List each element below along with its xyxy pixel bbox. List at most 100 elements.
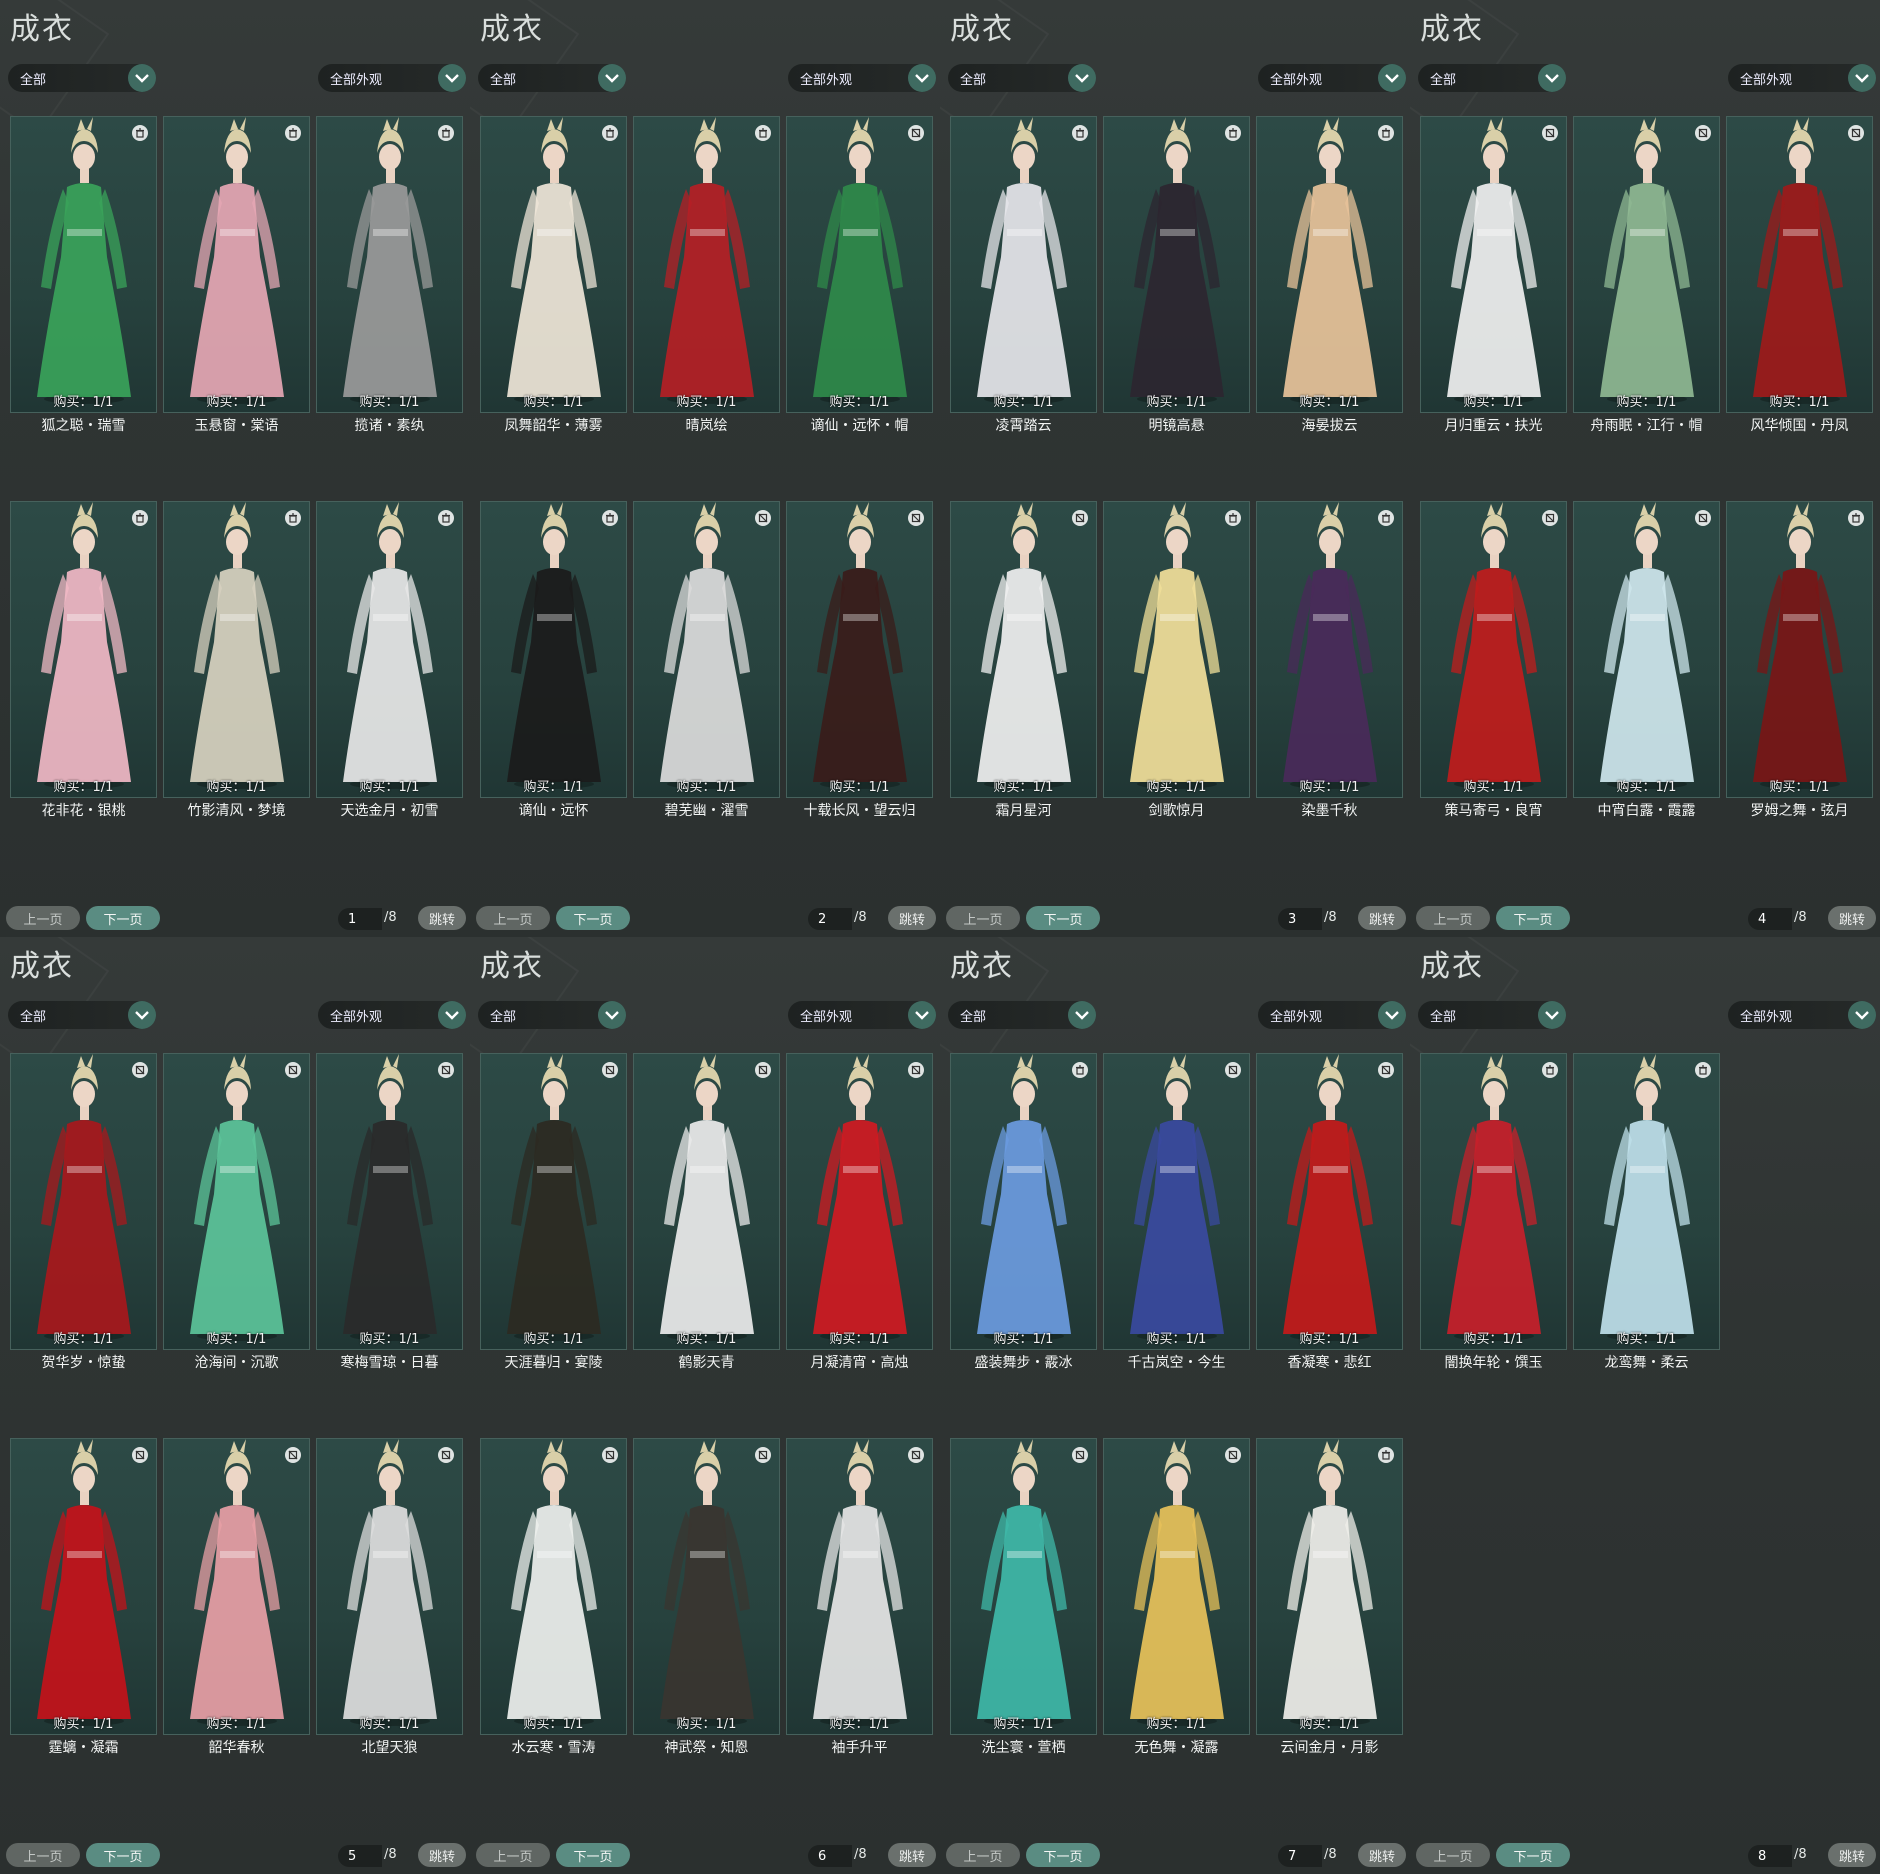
jump-button[interactable]: 跳转 [1358, 1843, 1406, 1867]
no-trade-icon[interactable] [1378, 1062, 1394, 1078]
no-trade-icon[interactable] [755, 1062, 771, 1078]
chevron-down-icon[interactable] [1378, 1001, 1406, 1029]
no-trade-icon[interactable] [908, 1447, 924, 1463]
outfit-card[interactable]: 购买：1/1 [786, 1438, 933, 1735]
category-dropdown[interactable]: 全部 [948, 1001, 1096, 1029]
trash-icon[interactable] [132, 510, 148, 526]
no-trade-icon[interactable] [132, 1062, 148, 1078]
chevron-down-icon[interactable] [908, 64, 936, 92]
no-trade-icon[interactable] [1225, 1447, 1241, 1463]
no-trade-icon[interactable] [1072, 1447, 1088, 1463]
next-page-button[interactable]: 下一页 [1496, 1843, 1570, 1867]
no-trade-icon[interactable] [438, 1447, 454, 1463]
page-number-input[interactable]: 5 [338, 1845, 382, 1867]
outfit-card[interactable]: 购买：1/1 [316, 1438, 463, 1735]
next-page-button[interactable]: 下一页 [1496, 906, 1570, 930]
no-trade-icon[interactable] [132, 1447, 148, 1463]
outfit-card[interactable]: 购买：1/1 [633, 1053, 780, 1350]
outfit-card[interactable]: 购买：1/1 [950, 501, 1097, 798]
category-dropdown[interactable]: 全部 [1418, 64, 1566, 92]
page-number-input[interactable]: 4 [1748, 908, 1792, 930]
prev-page-button[interactable]: 上一页 [946, 906, 1020, 930]
outfit-card[interactable]: 购买：1/1 [1420, 116, 1567, 413]
next-page-button[interactable]: 下一页 [556, 906, 630, 930]
prev-page-button[interactable]: 上一页 [6, 1843, 80, 1867]
no-trade-icon[interactable] [908, 510, 924, 526]
jump-button[interactable]: 跳转 [888, 906, 936, 930]
jump-button[interactable]: 跳转 [418, 906, 466, 930]
outfit-card[interactable]: 购买：1/1 [10, 1438, 157, 1735]
chevron-down-icon[interactable] [1848, 1001, 1876, 1029]
outfit-card[interactable]: 购买：1/1 [163, 501, 310, 798]
category-dropdown[interactable]: 全部 [478, 1001, 626, 1029]
trash-icon[interactable] [1378, 1447, 1394, 1463]
category-dropdown[interactable]: 全部 [948, 64, 1096, 92]
outfit-card[interactable]: 购买：1/1 [163, 1438, 310, 1735]
no-trade-icon[interactable] [1072, 510, 1088, 526]
outfit-card[interactable]: 购买：1/1 [950, 116, 1097, 413]
chevron-down-icon[interactable] [1378, 64, 1406, 92]
outfit-card[interactable]: 购买：1/1 [1256, 1053, 1403, 1350]
trash-icon[interactable] [1848, 510, 1864, 526]
outfit-card[interactable]: 购买：1/1 [1103, 116, 1250, 413]
outfit-card[interactable]: 购买：1/1 [633, 1438, 780, 1735]
category-dropdown[interactable]: 全部 [1418, 1001, 1566, 1029]
jump-button[interactable]: 跳转 [418, 1843, 466, 1867]
trash-icon[interactable] [132, 125, 148, 141]
no-trade-icon[interactable] [755, 510, 771, 526]
chevron-down-icon[interactable] [1538, 64, 1566, 92]
trash-icon[interactable] [1225, 125, 1241, 141]
outfit-card[interactable]: 购买：1/1 [163, 116, 310, 413]
outfit-card[interactable]: 购买：1/1 [1420, 1053, 1567, 1350]
no-trade-icon[interactable] [602, 1447, 618, 1463]
outfit-card[interactable]: 购买：1/1 [10, 501, 157, 798]
outfit-card[interactable]: 购买：1/1 [163, 1053, 310, 1350]
prev-page-button[interactable]: 上一页 [6, 906, 80, 930]
page-number-input[interactable]: 7 [1278, 1845, 1322, 1867]
prev-page-button[interactable]: 上一页 [946, 1843, 1020, 1867]
no-trade-icon[interactable] [1542, 125, 1558, 141]
appearance-dropdown[interactable]: 全部外观 [1258, 1001, 1406, 1029]
outfit-card[interactable]: 购买：1/1 [1573, 1053, 1720, 1350]
outfit-card[interactable]: 购买：1/1 [1256, 1438, 1403, 1735]
outfit-card[interactable]: 购买：1/1 [786, 501, 933, 798]
next-page-button[interactable]: 下一页 [1026, 906, 1100, 930]
chevron-down-icon[interactable] [1068, 1001, 1096, 1029]
outfit-card[interactable]: 购买：1/1 [1573, 501, 1720, 798]
trash-icon[interactable] [438, 125, 454, 141]
outfit-card[interactable]: 购买：1/1 [480, 501, 627, 798]
no-trade-icon[interactable] [1848, 125, 1864, 141]
jump-button[interactable]: 跳转 [888, 1843, 936, 1867]
outfit-card[interactable]: 购买：1/1 [10, 1053, 157, 1350]
no-trade-icon[interactable] [1225, 1062, 1241, 1078]
chevron-down-icon[interactable] [1538, 1001, 1566, 1029]
jump-button[interactable]: 跳转 [1358, 906, 1406, 930]
prev-page-button[interactable]: 上一页 [1416, 1843, 1490, 1867]
appearance-dropdown[interactable]: 全部外观 [788, 64, 936, 92]
chevron-down-icon[interactable] [1068, 64, 1096, 92]
trash-icon[interactable] [1378, 125, 1394, 141]
chevron-down-icon[interactable] [908, 1001, 936, 1029]
prev-page-button[interactable]: 上一页 [476, 906, 550, 930]
chevron-down-icon[interactable] [598, 64, 626, 92]
chevron-down-icon[interactable] [598, 1001, 626, 1029]
outfit-card[interactable]: 购买：1/1 [1726, 116, 1873, 413]
outfit-card[interactable]: 购买：1/1 [633, 116, 780, 413]
outfit-card[interactable]: 购买：1/1 [316, 1053, 463, 1350]
no-trade-icon[interactable] [908, 125, 924, 141]
page-number-input[interactable]: 1 [338, 908, 382, 930]
next-page-button[interactable]: 下一页 [1026, 1843, 1100, 1867]
trash-icon[interactable] [1072, 125, 1088, 141]
outfit-card[interactable]: 购买：1/1 [1726, 501, 1873, 798]
trash-icon[interactable] [438, 510, 454, 526]
outfit-card[interactable]: 购买：1/1 [480, 1438, 627, 1735]
outfit-card[interactable]: 购买：1/1 [480, 1053, 627, 1350]
chevron-down-icon[interactable] [438, 64, 466, 92]
no-trade-icon[interactable] [1695, 125, 1711, 141]
outfit-card[interactable]: 购买：1/1 [1573, 116, 1720, 413]
trash-icon[interactable] [1695, 1062, 1711, 1078]
next-page-button[interactable]: 下一页 [86, 906, 160, 930]
outfit-card[interactable]: 购买：1/1 [786, 116, 933, 413]
trash-icon[interactable] [1225, 510, 1241, 526]
no-trade-icon[interactable] [1542, 510, 1558, 526]
